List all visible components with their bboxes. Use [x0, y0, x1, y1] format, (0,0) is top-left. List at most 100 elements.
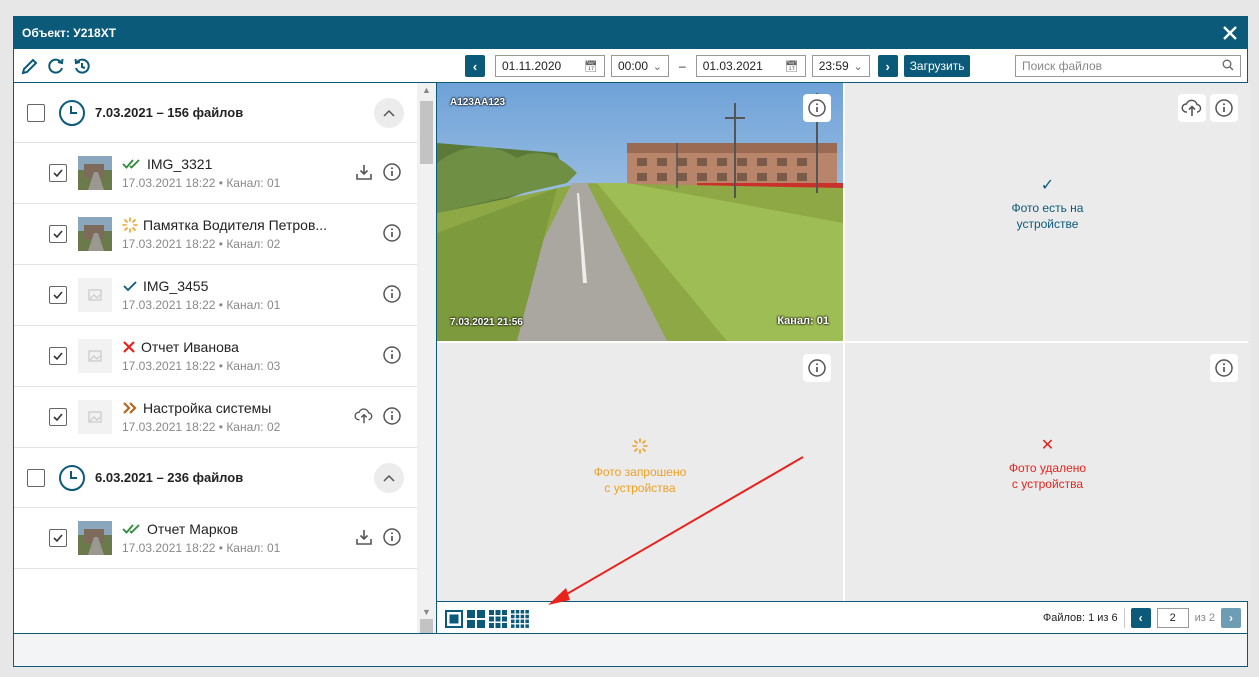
- history-icon[interactable]: [72, 56, 92, 76]
- pencil-icon[interactable]: [20, 56, 40, 76]
- date-group-header[interactable]: 7.03.2021 – 156 файлов: [14, 83, 418, 143]
- file-list-item[interactable]: Отчет Иванова 17.03.2021 18:22 • Канал: 0…: [14, 326, 418, 387]
- item-checkbox[interactable]: [49, 529, 67, 547]
- collapse-button[interactable]: [374, 98, 404, 128]
- window-titlebar: Объект: У218ХТ: [14, 17, 1247, 49]
- date-to-field[interactable]: 01.03.2021 📅︎: [695, 55, 806, 77]
- prev-page-button[interactable]: ‹: [1130, 608, 1151, 628]
- on-device-cell[interactable]: ✓ Фото есть на устройстве: [845, 83, 1250, 341]
- file-name[interactable]: Настройка системы: [143, 400, 271, 416]
- date-from-field[interactable]: 01.11.2020 📅︎: [495, 55, 605, 77]
- file-thumbnail[interactable]: [78, 521, 112, 555]
- date-group-header[interactable]: 6.03.2021 – 236 файлов: [14, 448, 418, 508]
- file-name[interactable]: IMG_3321: [147, 156, 212, 172]
- file-thumbnail[interactable]: [78, 400, 112, 434]
- deleted-cell[interactable]: ✕ Фото удалено с устройства: [845, 343, 1250, 601]
- group-checkbox[interactable]: [27, 103, 45, 122]
- next-page-button[interactable]: ›: [1221, 608, 1241, 628]
- file-name[interactable]: Памятка Водителя Петров...: [143, 217, 327, 233]
- item-checkbox[interactable]: [49, 408, 67, 426]
- toolbar: ‹ 01.11.2020 📅︎ 00:00 ⌄ – 01.03.2021 📅︎ …: [14, 49, 1247, 83]
- file-thumbnail[interactable]: [78, 217, 112, 251]
- search-icon[interactable]: [1222, 59, 1234, 74]
- photo-cell[interactable]: А123АА123 7.03.2021 21:56 Канал: 01: [437, 83, 843, 341]
- info-icon[interactable]: [382, 162, 402, 182]
- group-checkbox[interactable]: [27, 468, 45, 487]
- file-list-item[interactable]: Отчет Марков 17.03.2021 18:22 • Канал: 01: [14, 508, 418, 569]
- prev-period-button[interactable]: ‹: [465, 55, 485, 77]
- view-3x3-icon[interactable]: [489, 609, 507, 628]
- double-chevron-right-icon: [123, 402, 137, 414]
- separator-dot: •: [218, 176, 223, 190]
- time-from-select[interactable]: 00:00 ⌄: [611, 55, 669, 77]
- object-window: Объект: У218ХТ ‹ 01.11.2020 📅︎ 00:00 ⌄ –…: [13, 16, 1250, 667]
- file-channel: Канал: 01: [226, 176, 281, 190]
- info-icon[interactable]: [382, 527, 402, 547]
- status-deleted: ✕ Фото удалено с устройства: [845, 438, 1250, 492]
- info-icon[interactable]: [1210, 354, 1238, 382]
- loading-icon: [122, 217, 138, 233]
- item-checkbox[interactable]: [49, 164, 67, 182]
- refresh-icon[interactable]: [46, 56, 66, 76]
- load-button[interactable]: Загрузить: [903, 55, 971, 77]
- info-icon[interactable]: [803, 94, 831, 122]
- time-to-select[interactable]: 23:59 ⌄: [811, 55, 870, 77]
- upload-icon[interactable]: [354, 406, 374, 426]
- info-icon[interactable]: [1210, 94, 1238, 122]
- file-date: 17.03.2021 18:22: [122, 237, 216, 251]
- collapse-button[interactable]: [374, 463, 404, 493]
- check-icon: ✓: [1040, 177, 1055, 194]
- requested-cell[interactable]: Фото запрошено с устройства: [437, 343, 843, 601]
- scroll-down-icon[interactable]: ▼: [417, 605, 436, 619]
- view-mode-switcher: [445, 609, 529, 628]
- item-checkbox[interactable]: [49, 347, 67, 365]
- file-channel: Канал: 03: [226, 359, 281, 373]
- file-date: 17.03.2021 18:22: [122, 541, 216, 555]
- info-icon[interactable]: [382, 406, 402, 426]
- file-name[interactable]: Отчет Марков: [147, 521, 238, 537]
- page-input[interactable]: 2: [1156, 608, 1189, 628]
- clock-icon: [59, 464, 85, 491]
- file-channel: Канал: 02: [226, 237, 281, 251]
- item-checkbox[interactable]: [49, 225, 67, 243]
- item-checkbox[interactable]: [49, 286, 67, 304]
- preview-grid: А123АА123 7.03.2021 21:56 Канал: 01 ✓ Фо…: [437, 83, 1250, 601]
- info-icon[interactable]: [382, 345, 402, 365]
- scrollbar[interactable]: ▲ ▼: [417, 83, 436, 635]
- file-name[interactable]: Отчет Иванова: [141, 339, 239, 355]
- file-list-item[interactable]: IMG_3321 17.03.2021 18:22 • Канал: 01: [14, 143, 418, 204]
- calendar-icon[interactable]: 📅︎: [584, 60, 598, 73]
- file-list-item[interactable]: IMG_3455 17.03.2021 18:22 • Канал: 01: [14, 265, 418, 326]
- view-1x1-icon[interactable]: [445, 609, 463, 628]
- separator-dot: •: [218, 420, 223, 434]
- search-input[interactable]: Поиск файлов: [1015, 55, 1241, 77]
- scroll-up-icon[interactable]: ▲: [417, 83, 436, 97]
- calendar-icon[interactable]: 📅︎: [785, 60, 799, 73]
- scrollbar-thumb[interactable]: [420, 101, 433, 164]
- photo-channel: Канал: 01: [777, 315, 829, 327]
- info-icon[interactable]: [382, 223, 402, 243]
- file-thumbnail[interactable]: [78, 339, 112, 373]
- download-icon[interactable]: [354, 162, 374, 182]
- file-list-item[interactable]: Настройка системы 17.03.2021 18:22 • Кана…: [14, 387, 418, 448]
- view-4x4-icon[interactable]: [511, 609, 529, 628]
- close-icon[interactable]: [1221, 24, 1239, 42]
- download-icon[interactable]: [354, 527, 374, 547]
- window-footer: [14, 633, 1247, 666]
- info-icon[interactable]: [803, 354, 831, 382]
- upload-icon[interactable]: [1178, 94, 1206, 122]
- file-thumbnail[interactable]: [78, 156, 112, 190]
- file-date: 17.03.2021 18:22: [122, 298, 216, 312]
- item-actions: [354, 162, 402, 182]
- file-name[interactable]: IMG_3455: [143, 278, 208, 294]
- view-2x2-icon[interactable]: [467, 609, 485, 628]
- item-actions: [382, 223, 402, 243]
- photo-timestamp: 7.03.2021 21:56: [450, 317, 523, 328]
- file-list-pane: 7.03.2021 – 156 файлов IMG_3321 17.03.2021…: [14, 83, 437, 635]
- cross-icon: [123, 341, 135, 353]
- file-list-item[interactable]: Памятка Водителя Петров... 17.03.2021 18:…: [14, 204, 418, 265]
- info-icon[interactable]: [382, 284, 402, 304]
- page-total: из 2: [1194, 612, 1215, 624]
- file-thumbnail[interactable]: [78, 278, 112, 312]
- next-period-button[interactable]: ›: [877, 55, 898, 77]
